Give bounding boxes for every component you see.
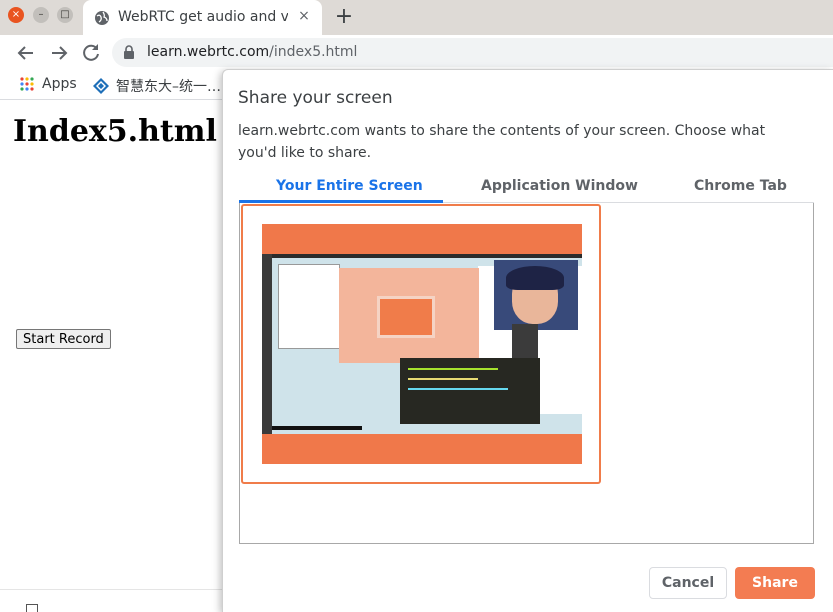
- tab-strip: × – □ WebRTC get audio and video × +: [0, 0, 833, 35]
- reload-icon[interactable]: [79, 41, 103, 65]
- source-list: [239, 203, 814, 544]
- start-record-button[interactable]: Start Record: [16, 329, 111, 349]
- new-tab-button[interactable]: +: [332, 5, 356, 29]
- page-title: Index5.html: [13, 114, 217, 149]
- tab-entire-screen[interactable]: Your Entire Screen: [276, 178, 423, 194]
- bookmark-label: Apps: [42, 76, 77, 92]
- url-domain: learn.webrtc.com: [147, 44, 270, 60]
- share-button[interactable]: Share: [735, 567, 815, 599]
- window-close-button[interactable]: ×: [8, 7, 24, 23]
- share-source-tabs: Your Entire Screen Application Window Ch…: [239, 174, 814, 203]
- bookmark-apps[interactable]: Apps: [19, 76, 77, 94]
- screen-source-item[interactable]: [241, 204, 601, 484]
- bookmark-label: 智慧东大–统一…: [116, 79, 221, 95]
- tab-chrome-tab[interactable]: Chrome Tab: [694, 178, 787, 194]
- screen-thumbnail: [262, 224, 582, 464]
- globe-icon: [95, 11, 109, 25]
- site-icon: [93, 78, 109, 94]
- browser-toolbar: learn.webrtc.com/index5.html: [0, 35, 833, 70]
- wallpaper-preview: [494, 260, 578, 330]
- window-maximize-button[interactable]: □: [57, 7, 73, 23]
- terminal-preview: [400, 358, 540, 424]
- apps-grid-icon: [20, 77, 34, 91]
- cancel-button[interactable]: Cancel: [649, 567, 727, 599]
- share-screen-dialog: Share your screen learn.webrtc.com wants…: [222, 69, 833, 612]
- lock-icon: [124, 45, 134, 59]
- dock-preview: [262, 254, 272, 434]
- url-path: /index5.html: [269, 44, 358, 60]
- dialog-title: Share your screen: [238, 88, 393, 108]
- page-corner-icon: [26, 604, 38, 612]
- forward-arrow-icon[interactable]: [47, 41, 71, 65]
- tab-application-window[interactable]: Application Window: [481, 178, 638, 194]
- bookmark-site[interactable]: 智慧东大–统一…: [93, 76, 221, 95]
- dialog-description: learn.webrtc.com wants to share the cont…: [238, 123, 766, 161]
- tab-title: WebRTC get audio and video: [118, 9, 288, 25]
- url-text: learn.webrtc.com/index5.html: [147, 44, 357, 60]
- browser-tab-active[interactable]: WebRTC get audio and video ×: [83, 0, 322, 35]
- back-arrow-icon[interactable]: [14, 41, 38, 65]
- window-minimize-button[interactable]: –: [33, 7, 49, 23]
- tab-close-icon[interactable]: ×: [295, 7, 313, 25]
- desktop-preview: [262, 254, 582, 434]
- page-divider: [0, 589, 222, 590]
- address-bar[interactable]: learn.webrtc.com/index5.html: [112, 38, 833, 67]
